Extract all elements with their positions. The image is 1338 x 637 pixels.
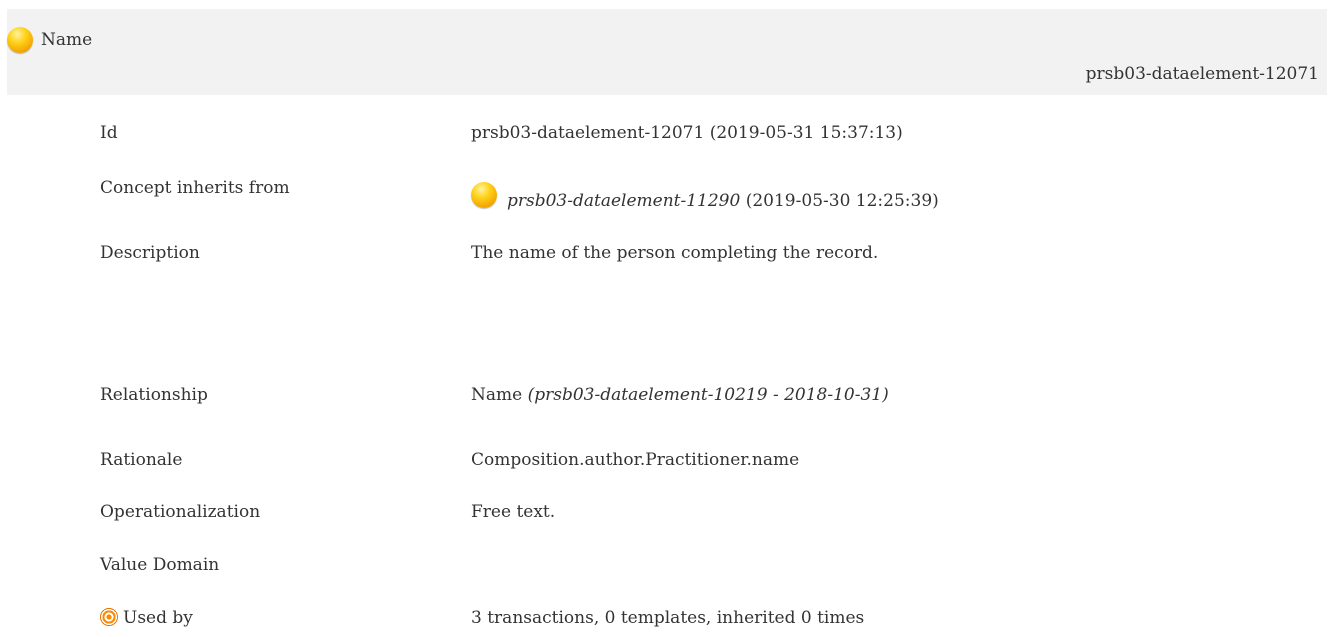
rationale-value: Composition.author.Practitioner.name	[471, 450, 800, 470]
relationship-ref: (prsb03-dataelement-10219 - 2018-10-31)	[527, 385, 889, 405]
id-value: prsb03-dataelement-12071 (2019-05-31 15:…	[471, 123, 903, 143]
relationship-label: Relationship	[100, 385, 208, 405]
inherits-link[interactable]: prsb03-dataelement-11290	[507, 191, 740, 211]
value-domain-label: Value Domain	[100, 555, 220, 575]
operationalization-label: Operationalization	[100, 502, 261, 522]
status-ball-icon	[471, 182, 497, 208]
concept-title: Name	[41, 30, 93, 50]
description-value: The name of the person completing the re…	[471, 243, 879, 263]
relationship-name: Name	[471, 385, 528, 405]
used-by-value[interactable]: 3 transactions, 0 templates, inherited 0…	[471, 608, 864, 628]
inherits-date: (2019-05-30 12:25:39)	[740, 191, 939, 211]
used-by-label: Used by	[123, 608, 193, 628]
relationship-value: Name (prsb03-dataelement-10219 - 2018-10…	[471, 385, 889, 405]
id-label: Id	[100, 123, 118, 143]
concept-title-wrap: Name	[7, 27, 92, 53]
inherits-value: prsb03-dataelement-11290 (2019-05-30 12:…	[471, 182, 939, 214]
concept-identifier: prsb03-dataelement-12071	[1085, 64, 1319, 84]
concept-header: Name prsb03-dataelement-12071	[7, 9, 1327, 95]
used-by-label-wrap: Used by	[100, 608, 193, 628]
status-ball-icon	[7, 27, 33, 53]
operationalization-value: Free text.	[471, 502, 556, 522]
rationale-label: Rationale	[100, 450, 183, 470]
inherits-label: Concept inherits from	[100, 178, 290, 198]
target-icon	[100, 608, 118, 626]
description-label: Description	[100, 243, 200, 263]
